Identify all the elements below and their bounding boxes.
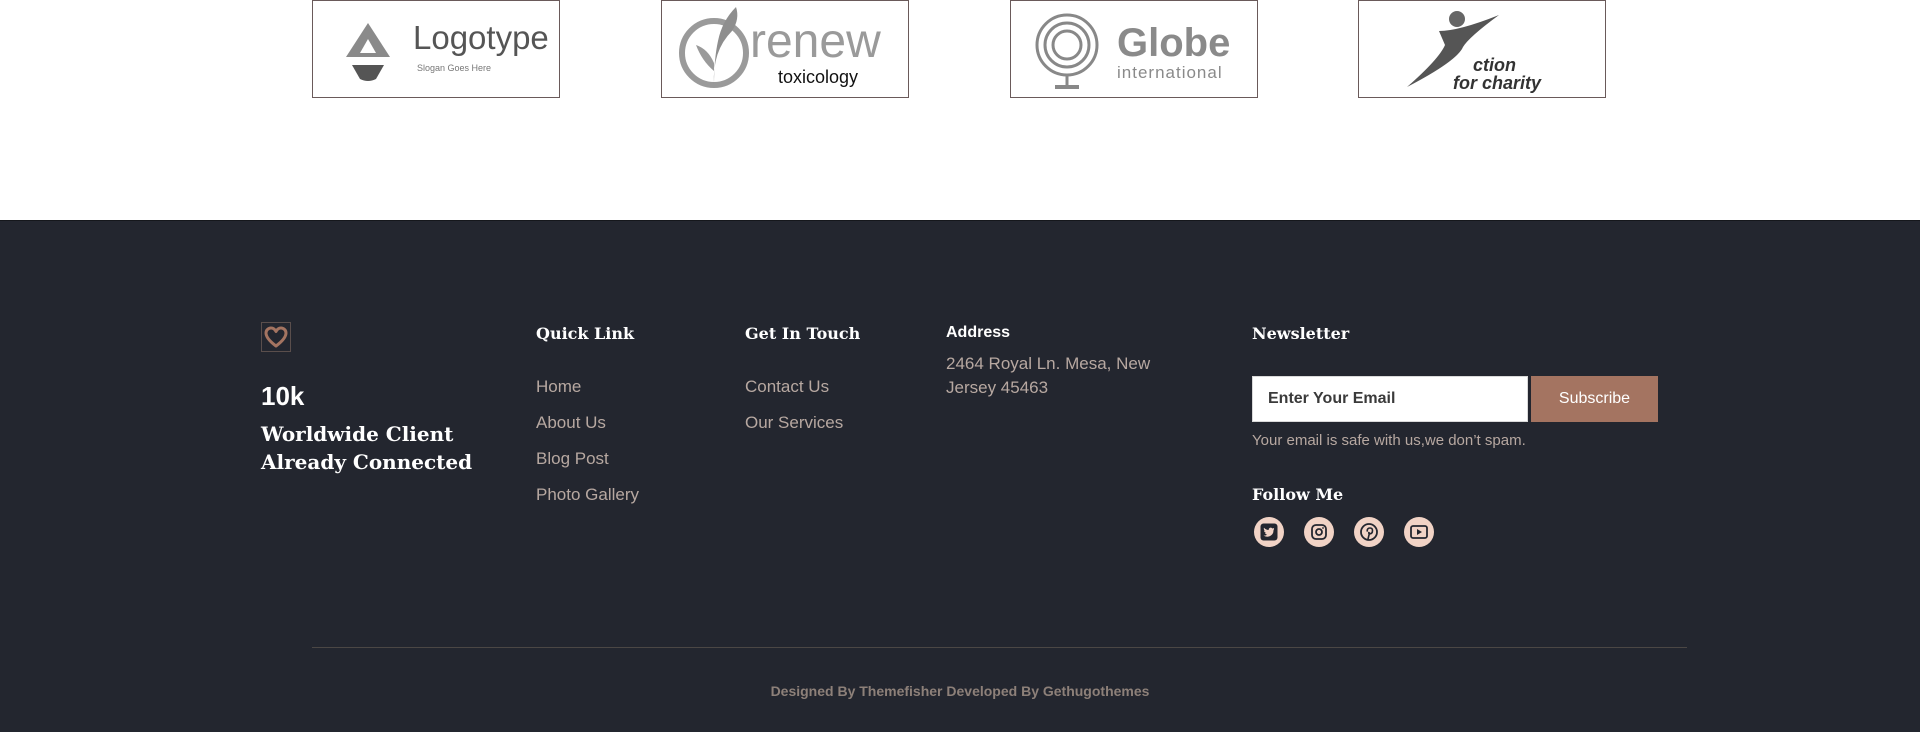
footer-link-about-us[interactable]: About Us bbox=[536, 413, 606, 433]
logo-renew[interactable]: renew toxicology bbox=[661, 0, 909, 98]
stat-number: 10k bbox=[261, 381, 305, 411]
logo-globe-text: Globe bbox=[1117, 21, 1231, 65]
footer-credits: Designed By Themefisher Developed By Get… bbox=[770, 683, 1150, 699]
logo-renew-sub: toxicology bbox=[778, 67, 859, 87]
heart-icon bbox=[261, 322, 291, 352]
footer-link-our-services[interactable]: Our Services bbox=[745, 413, 843, 433]
footer-divider bbox=[312, 647, 1687, 648]
youtube-icon[interactable] bbox=[1404, 517, 1434, 547]
newsletter-title: Newsletter bbox=[1252, 324, 1350, 343]
quick-link-title: Quick Link bbox=[536, 324, 635, 343]
footer: 10k Worldwide Client Already Connected Q… bbox=[0, 220, 1920, 732]
footer-link-home[interactable]: Home bbox=[536, 377, 581, 397]
logo-logotype[interactable]: Logotype Slogan Goes Here bbox=[312, 0, 560, 98]
logo-action-for-charity[interactable]: ction for charity bbox=[1358, 0, 1606, 98]
footer-link-contact-us[interactable]: Contact Us bbox=[745, 377, 829, 397]
follow-title: Follow Me bbox=[1252, 485, 1344, 504]
email-input[interactable] bbox=[1252, 376, 1528, 422]
logo-logotype-slogan: Slogan Goes Here bbox=[417, 63, 492, 73]
pinterest-icon[interactable] bbox=[1354, 517, 1384, 547]
twitter-icon[interactable] bbox=[1254, 517, 1284, 547]
newsletter-note: Your email is safe with us,we don’t spam… bbox=[1252, 432, 1526, 449]
partner-logos: Logotype Slogan Goes Here renew toxicolo… bbox=[0, 0, 1920, 220]
address-title: Address bbox=[946, 324, 1011, 341]
logo-logotype-text: Logotype bbox=[413, 19, 549, 56]
stat-text: Worldwide Client Already Connected bbox=[261, 422, 473, 474]
address-text: 2464 Royal Ln. Mesa, New Jersey 45463 bbox=[946, 354, 1151, 397]
logo-globe-sub: international bbox=[1117, 63, 1223, 82]
footer-link-photo-gallery[interactable]: Photo Gallery bbox=[536, 485, 639, 505]
logo-renew-text: renew bbox=[750, 15, 881, 68]
subscribe-button[interactable]: Subscribe bbox=[1531, 376, 1658, 422]
get-in-touch-title: Get In Touch bbox=[745, 324, 861, 343]
logo-globe[interactable]: Globe international bbox=[1010, 0, 1258, 98]
logo-charity-sub: for charity bbox=[1453, 73, 1542, 93]
footer-link-blog-post[interactable]: Blog Post bbox=[536, 449, 609, 469]
instagram-icon[interactable] bbox=[1304, 517, 1334, 547]
